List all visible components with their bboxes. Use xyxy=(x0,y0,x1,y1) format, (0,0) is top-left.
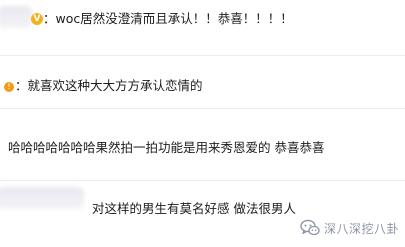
vip-badge-icon: V xyxy=(31,13,43,25)
comment-text: 哈哈哈哈哈哈哈果然拍一拍功能是用来秀恩爱的 恭喜恭喜 xyxy=(8,140,325,155)
comment-row-2: ! ：就喜欢这种大大方方承认恋情的 xyxy=(0,56,405,108)
comment-text: ：woc居然没澄清而且承认！！恭喜！！！！ xyxy=(43,11,293,26)
avatar-blurred xyxy=(0,187,84,209)
comment-text: ：就喜欢这种大大方方承认恋情的 xyxy=(15,78,203,93)
comment-text: 对这样的男生有莫名好感 做法很男人 xyxy=(92,201,296,216)
user-badge-icon: ! xyxy=(4,82,14,92)
watermark: 深八深挖八卦 xyxy=(300,218,399,238)
wechat-icon xyxy=(300,219,320,236)
watermark-text: 深八深挖八卦 xyxy=(323,221,399,236)
comment-row-1: V ：woc居然没澄清而且承认！！恭喜！！！！ xyxy=(0,0,405,52)
comment-row-3: 哈哈哈哈哈哈哈果然拍一拍功能是用来秀恩爱的 恭喜恭喜 xyxy=(0,109,405,179)
avatar-blurred xyxy=(0,6,32,28)
